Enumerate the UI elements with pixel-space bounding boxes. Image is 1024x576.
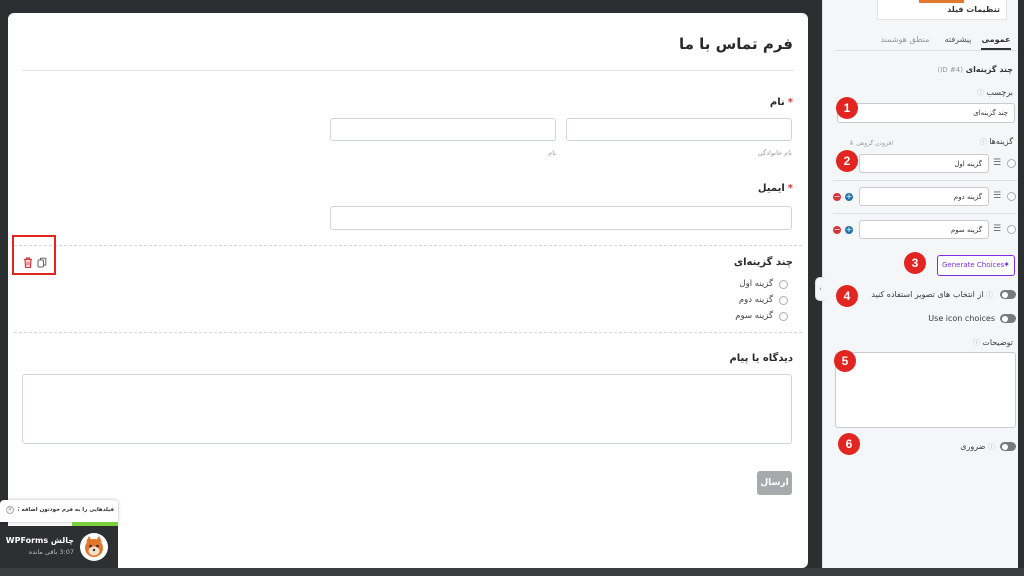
radio-button[interactable]	[779, 312, 788, 321]
question-circle-icon: ⓘ	[979, 138, 987, 146]
bulk-add-link[interactable]: افزودن گروهی ⇩	[833, 140, 893, 147]
label-input[interactable]: چند گزینه‌ای	[837, 103, 1015, 123]
email-field-label: *ایمیل	[757, 183, 793, 194]
collapse-sidebar-handle[interactable]: ‹	[815, 277, 825, 301]
required-toggle[interactable]	[1000, 442, 1016, 451]
tabs-divider	[835, 50, 1017, 51]
choices-label: گزینه‌ها ⓘ	[979, 137, 1013, 146]
submit-button[interactable]: ارسال	[757, 471, 792, 495]
sparkle-icon: ✦	[1003, 260, 1010, 269]
radio-button[interactable]	[779, 280, 788, 289]
form-title: فرم تماس با ما	[678, 35, 793, 53]
add-choice-icon[interactable]: +	[845, 193, 853, 201]
annotation-badge: 2	[836, 150, 858, 172]
choice-option-1[interactable]: گزینه اول	[688, 279, 788, 291]
radio-button[interactable]	[779, 296, 788, 305]
copy-icon[interactable]	[37, 253, 47, 268]
choice-row-3: − + گزینه سوم ☰	[833, 220, 1019, 240]
email-input[interactable]	[330, 206, 792, 230]
required-asterisk: *	[787, 97, 793, 108]
challenge-title: چالش WPForms	[5, 536, 74, 545]
field-actions-highlight	[12, 235, 56, 275]
section-title: چند گزینه‌ای (ID #4)	[937, 65, 1013, 74]
field-options-sidebar: تنظیمات فیلد عمومی پیشرفته منطق هوشمند چ…	[822, 0, 1018, 568]
first-name-sublabel: نام خانوادگی	[757, 149, 792, 157]
question-circle-icon: ⓘ	[976, 89, 984, 97]
sidebar-header-title: تنظیمات فیلد	[947, 5, 1000, 14]
drag-handle-icon[interactable]: ☰	[993, 159, 1001, 168]
bottom-edge	[0, 568, 1024, 576]
required-asterisk: *	[787, 183, 793, 194]
generate-choices-label: Generate Choices	[942, 261, 1005, 269]
challenge-subtitle: 3:07 باقی مانده	[28, 548, 74, 556]
choices-divider	[833, 180, 1017, 181]
annotation-badge: 4	[836, 285, 858, 307]
choice-row-1: گزینه اول ☰	[833, 154, 1019, 174]
last-name-sublabel: نام	[548, 149, 556, 157]
choice-option-label: گزینه اول	[739, 279, 773, 289]
tab-smart-logic[interactable]: منطق هوشمند	[875, 35, 935, 44]
multiple-choice-label: چند گزینه‌ای	[733, 257, 793, 268]
default-radio[interactable]	[1007, 159, 1016, 168]
remove-choice-icon[interactable]: −	[833, 193, 841, 201]
default-radio[interactable]	[1007, 225, 1016, 234]
image-choices-toggle[interactable]	[1000, 290, 1016, 299]
tab-general[interactable]: عمومی	[981, 35, 1011, 44]
description-textarea[interactable]	[835, 352, 1016, 428]
question-circle-icon: ⓘ	[986, 291, 993, 299]
close-icon[interactable]: ×	[6, 506, 14, 514]
image-choices-label: ⓘ از انتخاب های تصویر استفاده کنید	[871, 290, 993, 299]
choice-option-label: گزینه سوم	[735, 311, 773, 321]
download-icon: ⇩	[849, 140, 855, 147]
annotation-badge: 6	[838, 433, 860, 455]
choice-input[interactable]: گزینه دوم	[859, 187, 989, 206]
question-circle-icon: ⓘ	[972, 339, 980, 347]
required-label: ⓘ ضروری	[960, 442, 995, 451]
name-field-label: *نام	[769, 97, 793, 108]
choice-option-2[interactable]: گزینه دوم	[688, 295, 788, 307]
title-divider	[22, 70, 794, 71]
label-field-label: برچسب ⓘ	[976, 88, 1013, 97]
fox-mascot-icon	[80, 533, 108, 561]
generate-choices-button[interactable]: Generate Choices ✦	[937, 255, 1015, 276]
sidebar-header-accent	[919, 0, 964, 3]
choice-row-2: − + گزینه دوم ☰	[833, 187, 1019, 207]
choice-input[interactable]: گزینه سوم	[859, 220, 989, 239]
annotation-badge: 1	[836, 97, 858, 119]
drag-handle-icon[interactable]: ☰	[993, 192, 1001, 201]
annotation-badge: 5	[834, 350, 856, 372]
add-choice-icon[interactable]: +	[845, 226, 853, 234]
field-id: (ID #4)	[937, 66, 963, 74]
description-label: توضیحات ⓘ	[972, 338, 1013, 347]
icon-choices-label: Use icon choices	[928, 314, 995, 323]
icon-choices-toggle[interactable]	[1000, 314, 1016, 323]
choices-divider	[833, 213, 1017, 214]
remove-choice-icon[interactable]: −	[833, 226, 841, 234]
choice-input[interactable]: گزینه اول	[859, 154, 989, 173]
last-name-input[interactable]	[330, 118, 556, 141]
choice-option-3[interactable]: گزینه سوم	[688, 311, 788, 323]
sidebar-header-tab[interactable]: تنظیمات فیلد	[877, 0, 1007, 20]
comment-textarea[interactable]	[22, 374, 792, 444]
first-name-input[interactable]	[566, 118, 792, 141]
choice-option-label: گزینه دوم	[738, 295, 773, 305]
comment-field-label: دیدگاه یا پیام	[729, 353, 793, 364]
toast-text: فیلدهایی را به فرم خودتون اضافه کنید	[18, 507, 114, 513]
question-circle-icon: ⓘ	[988, 443, 995, 451]
trash-icon[interactable]	[23, 253, 33, 269]
default-radio[interactable]	[1007, 192, 1016, 201]
form-preview-panel: فرم تماس با ما *نام نام خانوادگی نام *ای…	[8, 13, 808, 568]
challenge-widget[interactable]: چالش WPForms 3:07 باقی مانده	[0, 526, 118, 568]
drag-handle-icon[interactable]: ☰	[993, 225, 1001, 234]
toast-notification: × فیلدهایی را به فرم خودتون اضافه کنید	[0, 500, 118, 522]
tab-advanced[interactable]: پیشرفته	[940, 35, 976, 44]
annotation-badge: 3	[904, 252, 926, 274]
